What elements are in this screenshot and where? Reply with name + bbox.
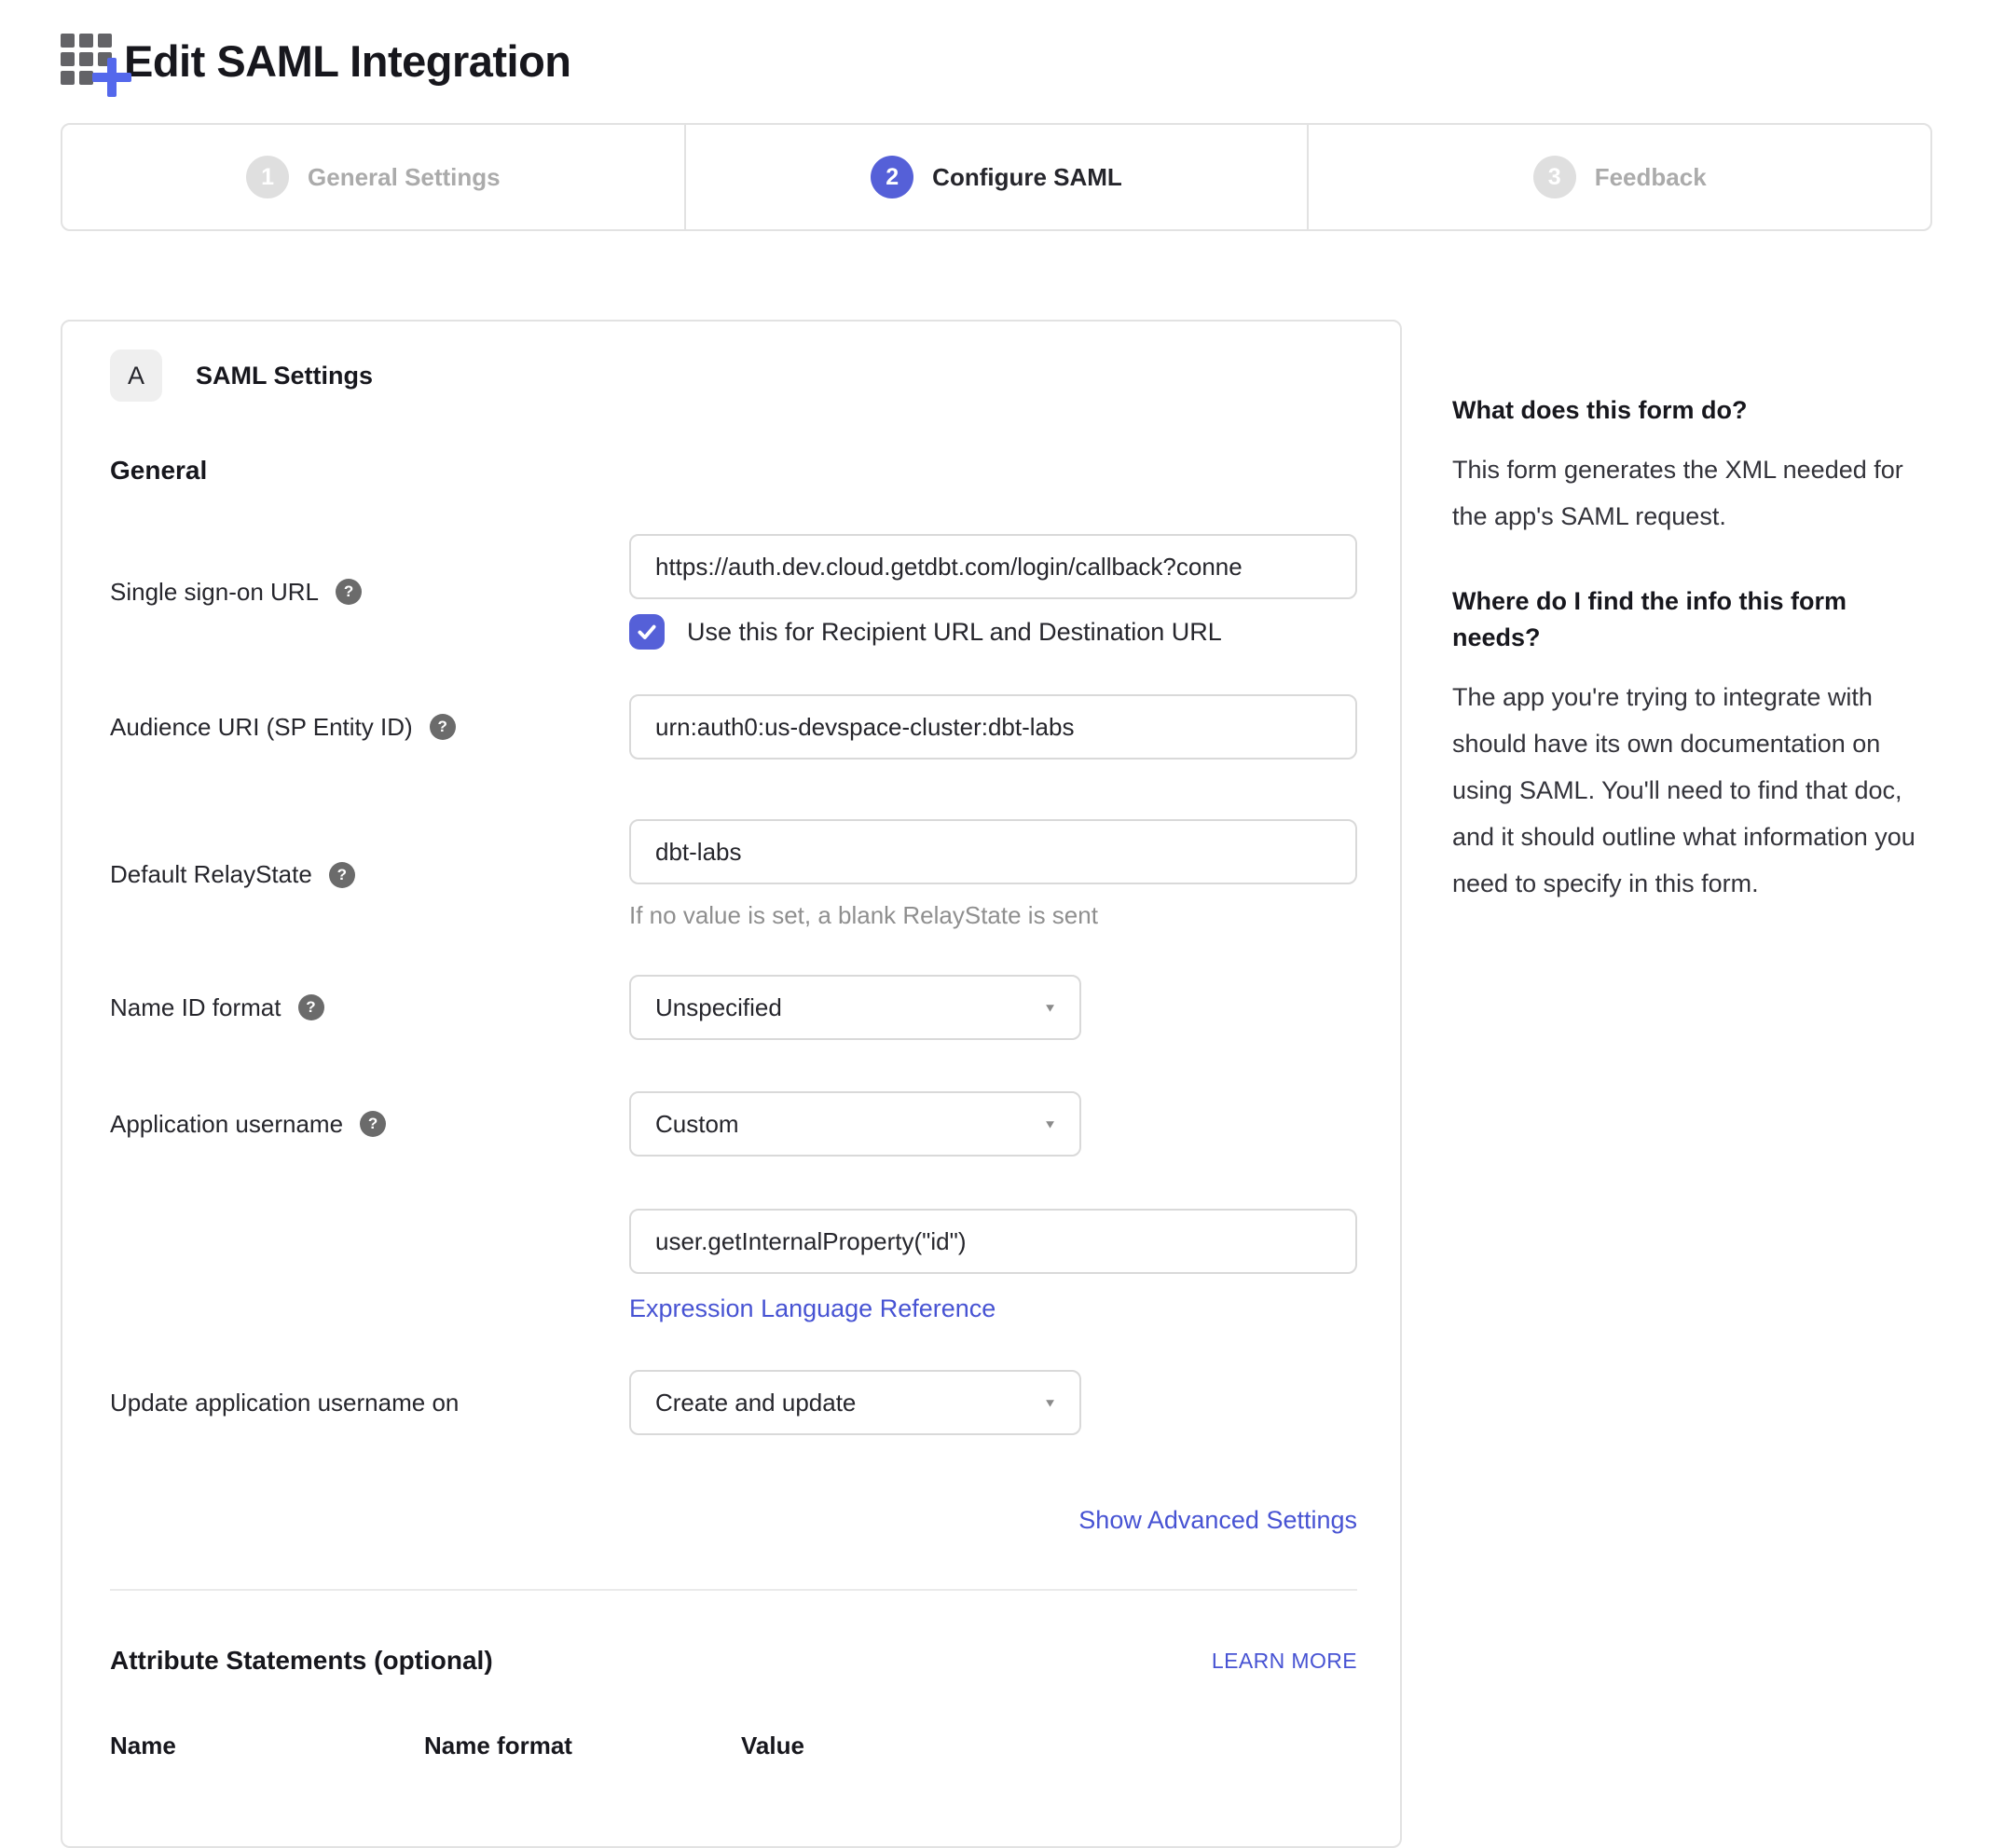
audience-uri-row: Audience URI (SP Entity ID) ? (110, 694, 1357, 760)
app-username-label: Application username (110, 1110, 343, 1139)
chevron-down-icon: ▼ (1043, 1001, 1057, 1014)
relay-state-helper-text: If no value is set, a blank RelayState i… (629, 901, 1357, 930)
recipient-url-checkbox-label: Use this for Recipient URL and Destinati… (687, 618, 1222, 647)
main-content: A SAML Settings General Single sign-on U… (61, 320, 1932, 1848)
app-username-value: Custom (655, 1110, 739, 1139)
help-question-2: Where do I find the info this form needs… (1452, 583, 1932, 656)
step-3-label: Feedback (1595, 163, 1707, 192)
sso-url-fields: Use this for Recipient URL and Destinati… (629, 534, 1357, 650)
sso-url-input[interactable] (629, 534, 1357, 599)
plus-icon (92, 58, 131, 97)
section-divider (110, 1589, 1357, 1591)
audience-uri-input[interactable] (629, 694, 1357, 760)
audience-uri-label-group: Audience URI (SP Entity ID) ? (110, 694, 629, 760)
page-title: Edit SAML Integration (124, 28, 571, 95)
chevron-down-icon: ▼ (1043, 1117, 1057, 1130)
update-username-select[interactable]: Create and update ▼ (629, 1370, 1081, 1435)
name-id-format-label: Name ID format (110, 993, 281, 1022)
custom-expression-row: Expression Language Reference (110, 1209, 1357, 1323)
card-title: SAML Settings (196, 362, 373, 390)
help-icon[interactable]: ? (430, 714, 456, 740)
check-icon (635, 620, 659, 644)
step-configure-saml[interactable]: 2 Configure SAML (684, 125, 1308, 229)
name-id-format-label-group: Name ID format ? (110, 975, 629, 1040)
saml-settings-card: A SAML Settings General Single sign-on U… (61, 320, 1402, 1848)
name-id-format-fields: Unspecified ▼ (629, 975, 1357, 1040)
chevron-down-icon: ▼ (1043, 1396, 1057, 1409)
audience-uri-label: Audience URI (SP Entity ID) (110, 713, 413, 742)
general-section-heading: General (110, 456, 1357, 486)
wizard-stepper: 1 General Settings 2 Configure SAML 3 Fe… (61, 123, 1932, 231)
update-username-label-group: Update application username on (110, 1370, 629, 1435)
step-1-label: General Settings (308, 163, 501, 192)
help-answer-1: This form generates the XML needed for t… (1452, 447, 1932, 541)
step-3-circle: 3 (1533, 156, 1576, 198)
section-a-badge: A (110, 349, 162, 402)
custom-expression-input[interactable] (629, 1209, 1357, 1274)
relay-state-label-group: Default RelayState ? (110, 819, 629, 930)
edit-saml-integration-page: Edit SAML Integration 1 General Settings… (0, 0, 1991, 1848)
custom-expression-label-spacer (110, 1209, 629, 1323)
relay-state-fields: If no value is set, a blank RelayState i… (629, 819, 1357, 930)
name-id-format-value: Unspecified (655, 993, 782, 1022)
attribute-statements-header: Attribute Statements (optional) LEARN MO… (110, 1646, 1357, 1676)
advanced-settings-row: Show Advanced Settings (110, 1506, 1357, 1535)
audience-uri-fields (629, 694, 1357, 760)
app-username-label-group: Application username ? (110, 1091, 629, 1157)
sso-url-label: Single sign-on URL (110, 578, 319, 607)
app-username-select[interactable]: Custom ▼ (629, 1091, 1081, 1157)
sso-url-row: Single sign-on URL ? Use this for Recipi… (110, 534, 1357, 650)
update-username-value: Create and update (655, 1389, 856, 1417)
help-panel: What does this form do? This form genera… (1452, 320, 1932, 951)
help-icon[interactable]: ? (298, 994, 324, 1020)
custom-expression-fields: Expression Language Reference (629, 1209, 1357, 1323)
update-username-row: Update application username on Create an… (110, 1370, 1357, 1435)
relay-state-input[interactable] (629, 819, 1357, 884)
sso-url-label-group: Single sign-on URL ? (110, 534, 629, 650)
update-username-fields: Create and update ▼ (629, 1370, 1357, 1435)
attr-header-name-format: Name format (424, 1732, 741, 1760)
page-header: Edit SAML Integration (61, 28, 1932, 99)
relay-state-row: Default RelayState ? If no value is set,… (110, 819, 1357, 930)
attr-header-name: Name (110, 1732, 424, 1760)
help-answer-2: The app you're trying to integrate with … (1452, 675, 1932, 908)
name-id-format-row: Name ID format ? Unspecified ▼ (110, 975, 1357, 1040)
card-header: A SAML Settings (110, 349, 1357, 402)
step-1-circle: 1 (246, 156, 289, 198)
name-id-format-select[interactable]: Unspecified ▼ (629, 975, 1081, 1040)
learn-more-link[interactable]: LEARN MORE (1212, 1649, 1357, 1674)
update-username-label: Update application username on (110, 1389, 459, 1417)
app-username-row: Application username ? Custom ▼ (110, 1091, 1357, 1157)
step-general-settings[interactable]: 1 General Settings (62, 125, 684, 229)
help-question-1: What does this form do? (1452, 392, 1932, 429)
step-feedback[interactable]: 3 Feedback (1307, 125, 1930, 229)
app-username-fields: Custom ▼ (629, 1091, 1357, 1157)
step-2-circle: 2 (871, 156, 913, 198)
recipient-url-checkbox-row: Use this for Recipient URL and Destinati… (629, 614, 1357, 650)
help-icon[interactable]: ? (329, 862, 355, 888)
step-2-label: Configure SAML (932, 163, 1122, 192)
attribute-statements-title: Attribute Statements (optional) (110, 1646, 493, 1676)
relay-state-label: Default RelayState (110, 860, 312, 889)
show-advanced-settings-link[interactable]: Show Advanced Settings (1078, 1506, 1357, 1535)
help-icon[interactable]: ? (360, 1111, 386, 1137)
attribute-table-headers: Name Name format Value (110, 1732, 1357, 1760)
attr-header-value: Value (741, 1732, 804, 1760)
recipient-url-checkbox[interactable] (629, 614, 665, 650)
expression-language-reference-link[interactable]: Expression Language Reference (629, 1294, 996, 1323)
help-icon[interactable]: ? (336, 579, 362, 605)
add-application-icon (61, 28, 122, 93)
